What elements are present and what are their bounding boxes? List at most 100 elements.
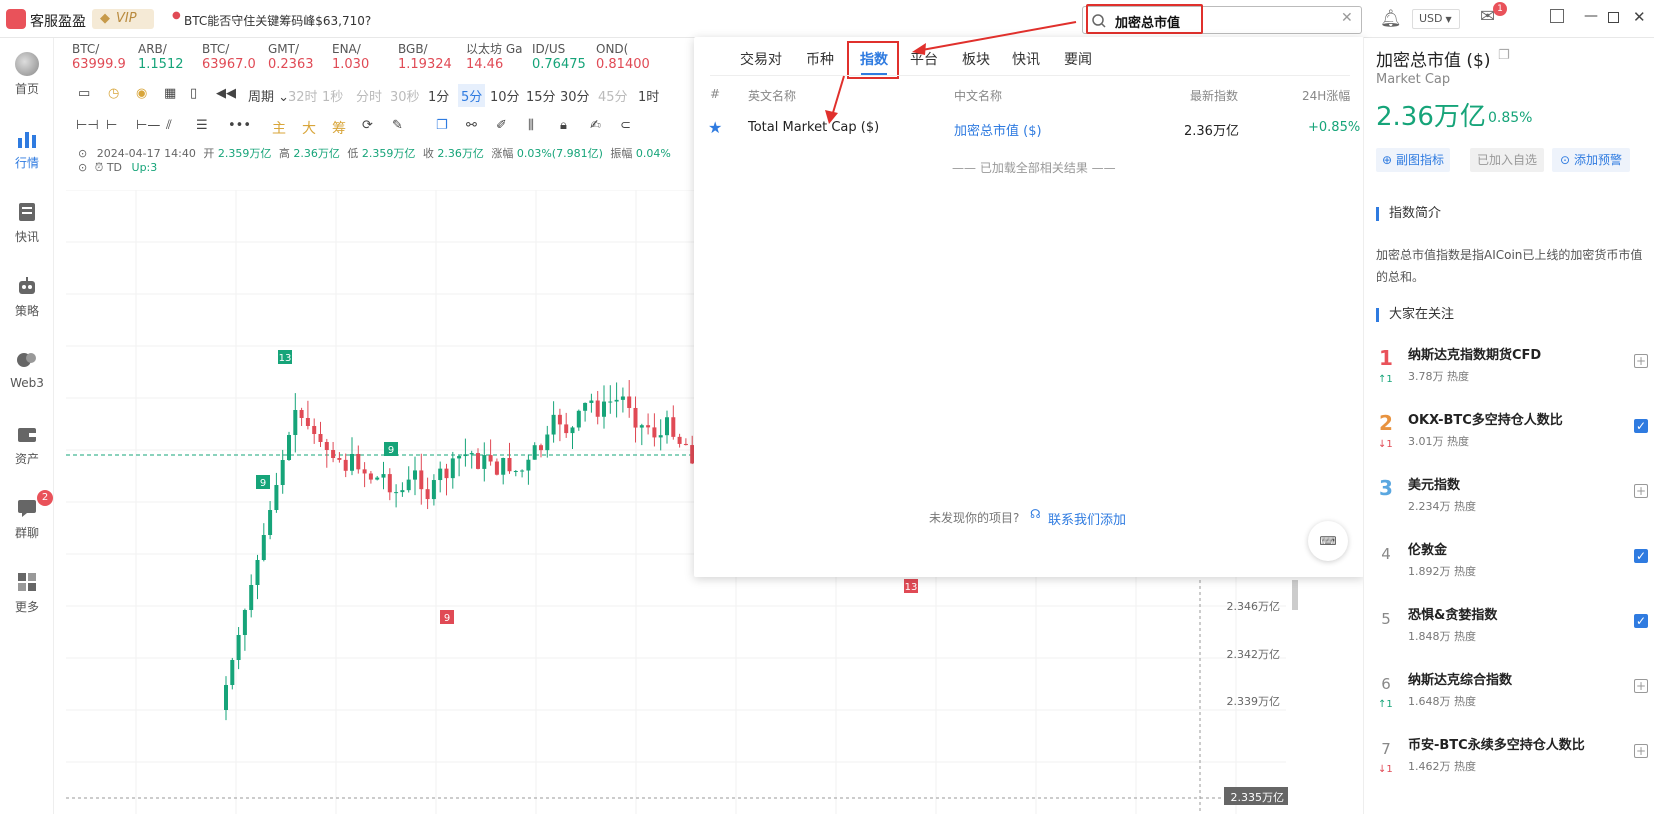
horizontal-line-icon[interactable]: ⊢ bbox=[106, 118, 117, 133]
add-box-icon[interactable]: + bbox=[1634, 354, 1648, 368]
lock-icon[interactable]: 🔒︎ bbox=[560, 118, 567, 133]
keyboard-button[interactable]: ⌨ bbox=[1308, 521, 1348, 561]
interval-7[interactable]: 15分 bbox=[526, 86, 556, 105]
minimize-icon[interactable]: — bbox=[1584, 8, 1598, 24]
link-icon[interactable]: ⚯ bbox=[466, 118, 477, 133]
ticker-item[interactable]: OND(0.81400 bbox=[596, 42, 650, 72]
more-tools-icon[interactable]: ••• bbox=[228, 118, 251, 133]
copy-icon[interactable]: ❐ bbox=[436, 118, 448, 133]
ranking-item[interactable]: 1 ↑1 纳斯达克指数期货CFD 3.78万 热度 + bbox=[1376, 338, 1648, 402]
checked-box-icon[interactable]: ✓ bbox=[1634, 419, 1648, 433]
tab-4[interactable]: 板块 bbox=[962, 49, 990, 69]
nav-item-web3[interactable]: Web3 bbox=[0, 348, 54, 390]
period-select[interactable]: 周期 ⌄ bbox=[248, 86, 289, 105]
tab-0[interactable]: 交易对 bbox=[740, 49, 782, 69]
brush-icon[interactable]: ✐ bbox=[496, 118, 507, 133]
tab-5[interactable]: 快讯 bbox=[1012, 49, 1040, 69]
ranking-item[interactable]: 4 伦敦金 1.892万 热度 ✓ bbox=[1376, 533, 1648, 597]
nav-item-strategy[interactable]: 策略 bbox=[0, 274, 54, 319]
add-box-icon[interactable]: + bbox=[1634, 679, 1648, 693]
ticker-item[interactable]: BGB/1.19324 bbox=[398, 42, 452, 72]
interval-4[interactable]: 1分 bbox=[428, 86, 449, 105]
tab-3[interactable]: 平台 bbox=[910, 49, 938, 69]
nav-item-market[interactable]: 行情 bbox=[0, 126, 54, 171]
contact-us-link[interactable]: 联系我们添加 bbox=[1048, 509, 1126, 528]
btn-label: 添加预警 bbox=[1573, 153, 1622, 167]
chart-type-icon[interactable]: ▭ bbox=[78, 86, 90, 101]
ranking-item[interactable]: 7 ↓1 币安-BTC永续多空持仓人数比 1.462万 热度 + bbox=[1376, 728, 1648, 792]
ticker-item[interactable]: ID/US 0.76475 bbox=[532, 42, 586, 72]
close-icon[interactable]: ✕ bbox=[1633, 8, 1646, 26]
interval-2[interactable]: 分时 bbox=[356, 86, 382, 105]
ray-line-icon[interactable]: ⊢— bbox=[136, 118, 160, 133]
layout-icon[interactable] bbox=[1550, 9, 1564, 23]
bell-icon[interactable]: 🔔︎ bbox=[1380, 9, 1402, 29]
nav-item-more[interactable]: 更多 bbox=[0, 570, 54, 615]
copy-icon[interactable]: ❐ bbox=[1498, 48, 1510, 63]
star-icon[interactable]: ★ bbox=[708, 118, 722, 137]
interval-6[interactable]: 10分 bbox=[490, 86, 520, 105]
ticker-price: 63999.9 bbox=[72, 57, 126, 72]
interval-1[interactable]: 1秒 bbox=[322, 86, 343, 105]
pen-icon[interactable]: ✎ bbox=[392, 118, 403, 133]
sub-indicator-button[interactable]: ⊕ 副图指标 bbox=[1376, 148, 1450, 172]
checked-box-icon[interactable]: ✓ bbox=[1634, 614, 1648, 628]
news-icon bbox=[19, 203, 35, 221]
result-cn-name[interactable]: 加密总市值 ($) bbox=[954, 120, 1042, 139]
ticker-item[interactable]: ENA/1.030 bbox=[332, 42, 369, 72]
ticker-item[interactable]: ARB/1.1512 bbox=[138, 42, 184, 72]
interval-10[interactable]: 1时 bbox=[638, 86, 659, 105]
interval-3[interactable]: 30秒 bbox=[390, 86, 420, 105]
ranking-item[interactable]: 3 美元指数 2.234万 热度 + bbox=[1376, 468, 1648, 532]
candle-body bbox=[570, 427, 575, 434]
interval-9[interactable]: 45分 bbox=[598, 86, 628, 105]
nav-item-news[interactable]: 快讯 bbox=[0, 200, 54, 245]
clock-icon[interactable]: ◷ bbox=[108, 86, 119, 101]
interval-0[interactable]: 32时 bbox=[288, 86, 318, 105]
clear-search-icon[interactable]: ✕ bbox=[1341, 10, 1353, 26]
added-favorite-button[interactable]: 已加入自选 bbox=[1470, 148, 1544, 172]
nav-item-home[interactable]: 首页 bbox=[0, 52, 54, 97]
ticker-item[interactable]: GMT/0.2363 bbox=[268, 42, 314, 72]
compare-icon[interactable]: ⟳ bbox=[362, 118, 373, 133]
indicator-big[interactable]: 大 bbox=[302, 118, 316, 138]
tab-1[interactable]: 币种 bbox=[806, 49, 834, 69]
calendar-icon[interactable]: ▦ bbox=[164, 86, 176, 101]
candle-icon[interactable]: ⫼ bbox=[528, 118, 534, 133]
add-box-icon[interactable]: + bbox=[1634, 744, 1648, 758]
vip-badge[interactable]: ◆ VIP bbox=[92, 9, 154, 29]
interval-8[interactable]: 30分 bbox=[560, 86, 590, 105]
magnet-icon[interactable]: ⊂ bbox=[620, 118, 631, 133]
parallel-line-icon[interactable]: ⫽ bbox=[166, 118, 172, 133]
nav-item-assets[interactable]: 资产 bbox=[0, 422, 54, 467]
replay-icon[interactable]: ◉ bbox=[136, 86, 147, 101]
edit-icon[interactable]: ✍ bbox=[590, 118, 601, 133]
ticker-item[interactable]: 以太坊 Ga 14.46 bbox=[466, 42, 522, 72]
add-alert-button[interactable]: ⊙ 添加预警 bbox=[1552, 148, 1630, 172]
fib-icon[interactable]: ☰ bbox=[196, 118, 208, 133]
collapse-icon[interactable]: ⊙ bbox=[78, 161, 87, 174]
interval-5[interactable]: 5分 bbox=[458, 84, 486, 107]
split-icon[interactable]: ▯ bbox=[190, 86, 197, 101]
checked-box-icon[interactable]: ✓ bbox=[1634, 549, 1648, 563]
ranking-item[interactable]: 5 恐惧&贪婪指数 1.848万 热度 ✓ bbox=[1376, 598, 1648, 662]
ticker-item[interactable]: BTC/63967.0 bbox=[202, 42, 256, 72]
currency-select[interactable]: USD ▼ bbox=[1412, 9, 1460, 29]
maximize-icon[interactable] bbox=[1608, 12, 1619, 23]
news-ticker[interactable]: BTC能否守住关键筹码峰$63,710? bbox=[184, 12, 371, 29]
tab-6[interactable]: 要闻 bbox=[1064, 49, 1092, 69]
result-row[interactable]: ★ Total Market Cap ($) 加密总市值 ($) 2.36万亿 … bbox=[704, 113, 1360, 143]
indicator-main[interactable]: 主 bbox=[272, 118, 286, 138]
nav-item-chat[interactable]: 群聊 2 bbox=[0, 490, 54, 541]
add-box-icon[interactable]: + bbox=[1634, 484, 1648, 498]
horizontal-ray-icon[interactable]: ⊢⊣ bbox=[76, 118, 99, 133]
rewind-icon[interactable]: ◀◀ bbox=[216, 86, 236, 101]
ranking-item[interactable]: 2 ↓1 OKX-BTC多空持仓人数比 3.01万 热度 ✓ bbox=[1376, 403, 1648, 467]
collapse-icon[interactable]: ⊙ bbox=[78, 147, 87, 160]
indicator-chip[interactable]: 筹 bbox=[332, 118, 346, 138]
candle-body bbox=[620, 396, 625, 400]
ranking-item[interactable]: 6 ↑1 纳斯达克综合指数 1.648万 热度 + bbox=[1376, 663, 1648, 727]
ticker-item[interactable]: BTC/63999.9 bbox=[72, 42, 126, 72]
app-logo-icon[interactable] bbox=[6, 9, 26, 29]
app-name[interactable]: 客服盈盈 bbox=[30, 11, 86, 31]
